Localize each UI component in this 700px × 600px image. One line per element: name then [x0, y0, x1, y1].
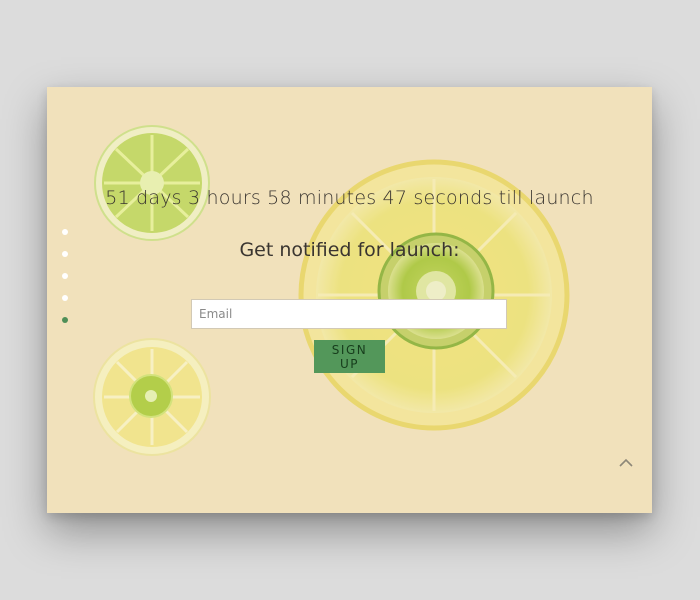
- slide-nav-dot-5-active[interactable]: [62, 317, 68, 323]
- countdown-text: 51 days 3 hours 58 minutes 47 seconds ti…: [105, 187, 594, 209]
- slide-nav-dot-4[interactable]: [62, 295, 68, 301]
- email-input[interactable]: [191, 299, 507, 329]
- signup-button[interactable]: SIGN UP: [314, 340, 385, 373]
- chevron-up-icon[interactable]: [615, 453, 637, 471]
- notify-heading: Get notified for launch:: [239, 239, 460, 261]
- slide-nav-dot-3[interactable]: [62, 273, 68, 279]
- launch-card: 51 days 3 hours 58 minutes 47 seconds ti…: [47, 87, 652, 513]
- slide-nav-dot-1[interactable]: [62, 229, 68, 235]
